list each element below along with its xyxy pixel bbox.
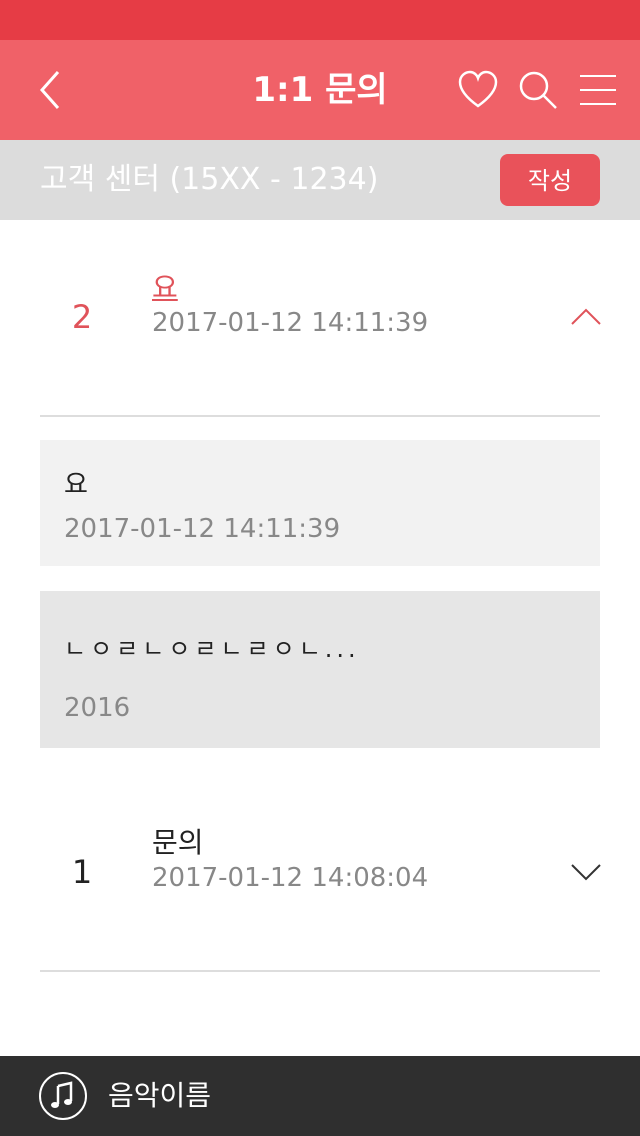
menu-button[interactable] (576, 68, 620, 112)
inquiry-subject: 문의 (152, 826, 204, 859)
music-note-icon[interactable] (38, 1071, 88, 1121)
favorite-button[interactable] (456, 68, 500, 112)
inquiry-number: 1 (71, 853, 93, 891)
search-button[interactable] (516, 68, 560, 112)
inquiry-page: 1:1 문의 고객 센터 (15XX - 1234) 작성 2 요 2017-0 (0, 0, 640, 1136)
question-detail: 요 2017-01-12 14:11:39 (40, 440, 600, 566)
chevron-up-icon[interactable] (570, 302, 602, 330)
page-title: 1:1 문의 (252, 70, 388, 110)
inquiry-row[interactable]: 1 문의 2017-01-12 14:08:04 (40, 775, 602, 972)
back-button[interactable] (30, 66, 74, 114)
answer-detail: ㄴㅇㄹㄴㅇㄹㄴㄹㅇㄴ... 2016 (40, 591, 600, 748)
question-date: 2017-01-12 14:11:39 (64, 514, 341, 544)
status-bar (0, 0, 640, 40)
answer-date: 2016 (64, 693, 131, 723)
inquiry-date: 2017-01-12 14:11:39 (152, 308, 429, 338)
answer-text: ㄴㅇㄹㄴㅇㄹㄴㄹㅇㄴ... (64, 635, 360, 663)
inquiry-subject: 요 (152, 271, 178, 304)
top-app-bar: 1:1 문의 (0, 40, 640, 140)
music-player-bar[interactable]: 음악이름 (0, 1056, 640, 1136)
inquiry-date: 2017-01-12 14:08:04 (152, 863, 429, 893)
question-text: 요 (64, 470, 88, 500)
inquiry-number: 2 (71, 298, 93, 336)
customer-center-title: 고객 센터 (15XX - 1234) (40, 162, 379, 197)
search-icon (519, 71, 557, 109)
chevron-down-icon[interactable] (570, 857, 602, 885)
back-icon (39, 71, 60, 109)
menu-icon (580, 75, 616, 105)
track-name: 음악이름 (108, 1079, 212, 1112)
heart-icon (458, 70, 498, 108)
customer-center-bar: 고객 센터 (15XX - 1234) 작성 (0, 140, 640, 220)
write-button[interactable]: 작성 (500, 154, 600, 206)
inquiry-row[interactable]: 2 요 2017-01-12 14:11:39 (40, 220, 602, 417)
